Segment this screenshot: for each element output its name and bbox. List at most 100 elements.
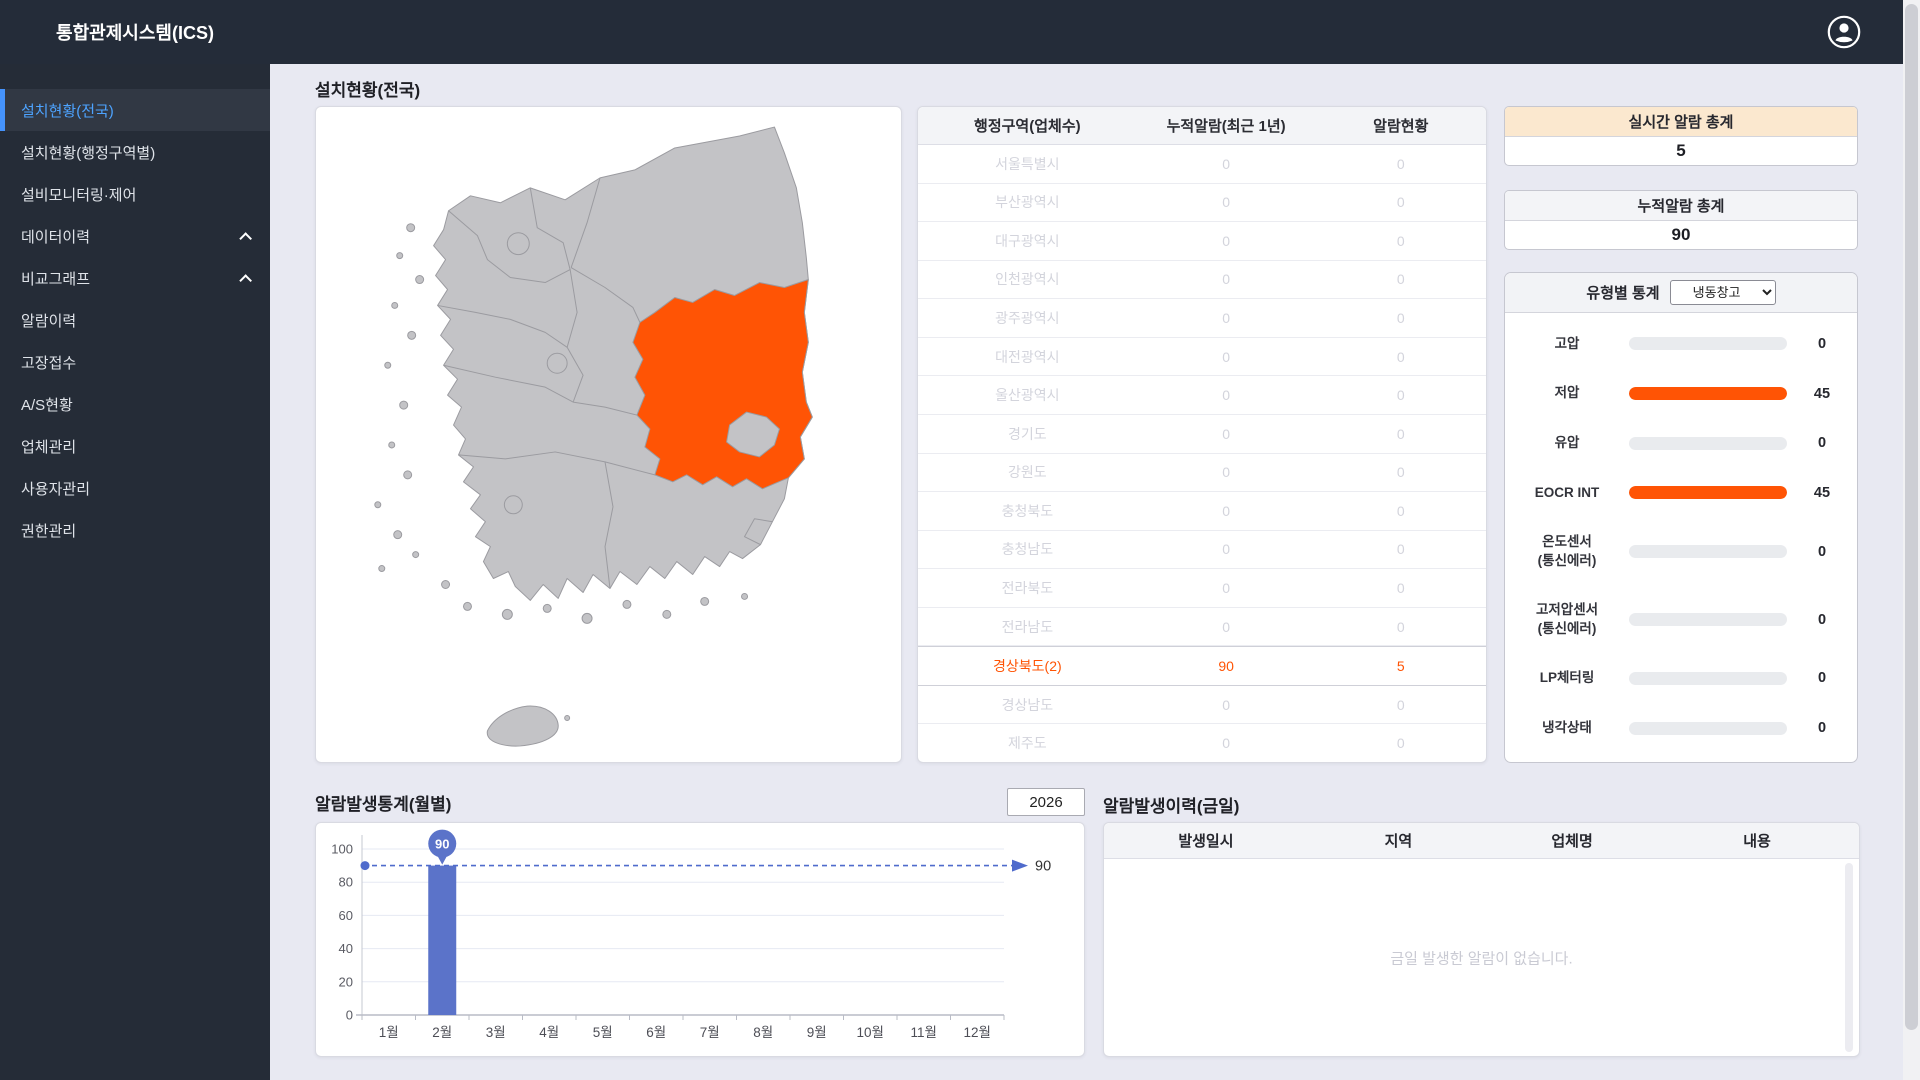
region-row[interactable]: 부산광역시 0 0 — [918, 184, 1486, 223]
sidebar-item-label: 권한관리 — [21, 522, 77, 540]
region-row[interactable]: 경기도 0 0 — [918, 415, 1486, 454]
monthly-chart-title: 알람발생통계(월별) — [315, 795, 452, 814]
type-stat-value: 45 — [1813, 385, 1831, 402]
region-col-header: 행정구역(업체수) — [974, 118, 1081, 135]
sidebar-item-9[interactable]: 사용자관리 — [0, 467, 270, 509]
region-cell: 90 — [1218, 658, 1234, 675]
region-cell: 0 — [1222, 232, 1231, 249]
type-stat-row: 온도센서 (통신에러) 0 — [1515, 533, 1843, 569]
region-cell: 전라북도 — [1001, 579, 1054, 596]
svg-text:3월: 3월 — [486, 1025, 506, 1040]
korea-map[interactable] — [316, 107, 901, 762]
history-scrollbar[interactable] — [1845, 863, 1853, 1052]
region-row[interactable]: 대구광역시 0 0 — [918, 222, 1486, 261]
type-statistics-select[interactable]: 냉동창고 — [1669, 280, 1776, 305]
sidebar-item-10[interactable]: 권한관리 — [0, 509, 270, 551]
sidebar-item-label: 알람이력 — [21, 312, 77, 330]
type-stat-bar-track — [1629, 613, 1787, 627]
region-cell: 0 — [1396, 348, 1405, 365]
region-cell: 0 — [1222, 155, 1231, 172]
region-row[interactable]: 제주도 0 0 — [918, 724, 1486, 762]
region-row[interactable]: 전라남도 0 0 — [918, 608, 1486, 647]
region-row[interactable]: 경상남도 0 0 — [918, 686, 1486, 725]
sidebar-item-label: 설치현황(전국) — [21, 102, 114, 120]
sidebar-item-3[interactable]: 데이터이력 — [0, 215, 270, 257]
top-header: 통합관제시스템(ICS) — [0, 0, 1903, 64]
region-cell: 0 — [1396, 618, 1405, 635]
region-cell: 0 — [1222, 387, 1231, 404]
realtime-alarm-total-value: 5 — [1676, 141, 1686, 160]
history-col-header: 발생일시 — [1178, 833, 1234, 850]
sidebar-item-label: 고장접수 — [21, 354, 77, 372]
region-cell: 경상북도(2) — [993, 658, 1062, 675]
svg-text:80: 80 — [339, 875, 353, 890]
region-col-header: 알람현황 — [1373, 118, 1429, 135]
region-row[interactable]: 충청북도 0 0 — [918, 492, 1486, 531]
sidebar-item-2[interactable]: 설비모니터링·제어 — [0, 173, 270, 215]
svg-text:4월: 4월 — [539, 1025, 559, 1040]
type-stat-label: 온도센서 (통신에러) — [1537, 534, 1597, 568]
region-col-header: 누적알람(최근 1년) — [1166, 118, 1286, 135]
user-account-button[interactable] — [1827, 15, 1861, 49]
chevron-up-icon — [239, 273, 252, 287]
realtime-alarm-total-title: 실시간 알람 총계 — [1505, 107, 1857, 137]
today-history-header: 발생일시 지역 업체명 내용 — [1104, 823, 1859, 859]
sidebar-item-8[interactable]: 업체관리 — [0, 425, 270, 467]
region-cell: 울산광역시 — [995, 387, 1060, 404]
sidebar-item-0[interactable]: 설치현황(전국) — [0, 89, 270, 131]
type-stat-value: 0 — [1817, 670, 1827, 687]
sidebar-item-4[interactable]: 비교그래프 — [0, 257, 270, 299]
type-stat-row: EOCR INT 45 — [1515, 484, 1843, 502]
region-cell: 0 — [1396, 271, 1405, 288]
korea-map-panel — [315, 106, 902, 763]
type-stat-value: 0 — [1817, 435, 1827, 452]
region-row[interactable]: 서울특별시 0 0 — [918, 145, 1486, 184]
region-table-header: 행정구역(업체수) 누적알람(최근 1년) 알람현황 — [918, 107, 1486, 145]
region-row[interactable]: 울산광역시 0 0 — [918, 376, 1486, 415]
region-cell: 0 — [1222, 425, 1231, 442]
region-cell: 0 — [1222, 502, 1231, 519]
sidebar-item-5[interactable]: 알람이력 — [0, 299, 270, 341]
region-cell: 전라남도 — [1001, 618, 1054, 635]
region-cell: 부산광역시 — [995, 194, 1060, 211]
region-row[interactable]: 대전광역시 0 0 — [918, 338, 1486, 377]
region-cell: 0 — [1222, 579, 1231, 596]
svg-text:60: 60 — [339, 908, 353, 923]
sidebar-item-label: 업체관리 — [21, 438, 77, 456]
svg-text:9월: 9월 — [807, 1025, 827, 1040]
type-stat-value: 45 — [1813, 484, 1831, 501]
type-stat-label: 저압 — [1554, 385, 1580, 401]
svg-text:7월: 7월 — [700, 1025, 720, 1040]
page-scrollbar-thumb[interactable] — [1905, 4, 1918, 1030]
region-row[interactable]: 광주광역시 0 0 — [918, 299, 1486, 338]
sidebar-item-label: 사용자관리 — [21, 480, 91, 498]
type-stat-row: 고압 0 — [1515, 335, 1843, 353]
chart-year-input[interactable] — [1007, 788, 1085, 816]
region-cell: 광주광역시 — [995, 310, 1060, 327]
svg-text:20: 20 — [339, 974, 353, 989]
region-row[interactable]: 인천광역시 0 0 — [918, 261, 1486, 300]
region-cell: 0 — [1396, 425, 1405, 442]
region-row[interactable]: 경상북도(2) 90 5 — [918, 646, 1486, 686]
region-cell: 대전광역시 — [995, 348, 1060, 365]
region-cell: 0 — [1222, 735, 1231, 752]
svg-text:90: 90 — [435, 837, 449, 852]
type-stat-bar-track — [1629, 671, 1787, 685]
chevron-up-icon — [239, 231, 252, 245]
region-cell: 0 — [1396, 387, 1405, 404]
region-cell: 0 — [1396, 464, 1405, 481]
sidebar-item-6[interactable]: 고장접수 — [0, 341, 270, 383]
type-stat-row: 저압 45 — [1515, 384, 1843, 402]
type-stat-value: 0 — [1817, 611, 1827, 628]
svg-text:100: 100 — [331, 842, 353, 857]
sidebar-item-7[interactable]: A/S현황 — [0, 383, 270, 425]
region-cell: 0 — [1396, 541, 1405, 558]
region-row[interactable]: 전라북도 0 0 — [918, 569, 1486, 608]
sidebar-item-1[interactable]: 설치현황(행정구역별) — [0, 131, 270, 173]
type-stat-value: 0 — [1817, 335, 1827, 352]
region-row[interactable]: 충청남도 0 0 — [918, 531, 1486, 570]
region-row[interactable]: 강원도 0 0 — [918, 454, 1486, 493]
page-scrollbar-track[interactable] — [1903, 0, 1920, 1080]
map-region-gyeongbuk-highlighted — [632, 279, 813, 490]
type-stat-row: 냉각상태 0 — [1515, 719, 1843, 737]
